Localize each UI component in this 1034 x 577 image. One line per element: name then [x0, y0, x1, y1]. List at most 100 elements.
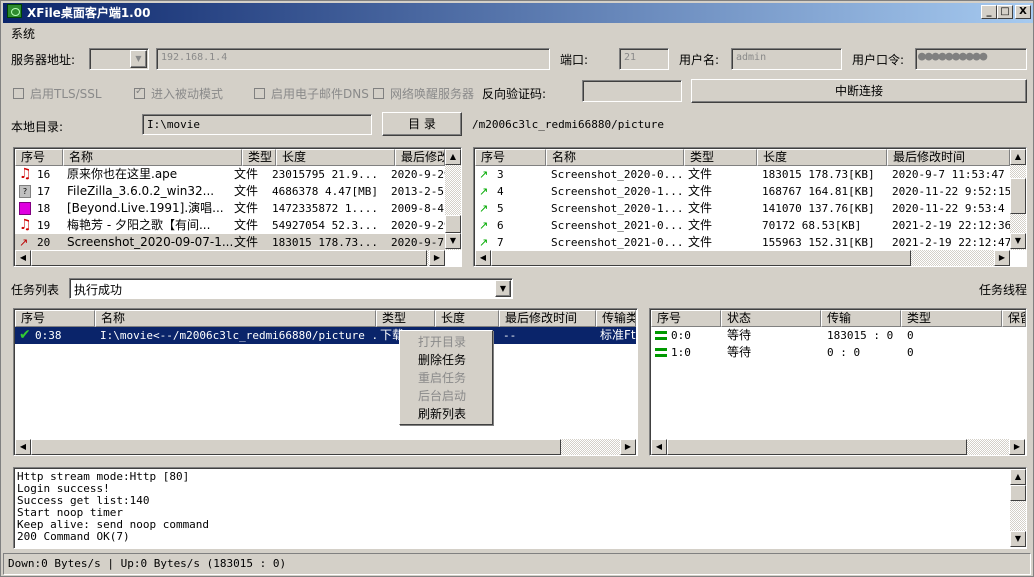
remote-col-size[interactable]: 长度 [757, 149, 887, 166]
remote-hscroll-thumb[interactable] [491, 250, 911, 266]
task-list[interactable]: 序号 名称 类型 长度 最后修改时间 传输类 ✔ 0:38 I:\movie<--/… [13, 308, 638, 456]
thread-scroll-left-icon[interactable]: ◀ [651, 439, 667, 455]
local-hscroll-thumb[interactable] [31, 250, 427, 266]
file-date: 2020-9-7 1 [391, 236, 445, 249]
table-row[interactable]: 1:0 等待 0 : 0 0 [651, 344, 1025, 361]
table-row[interactable]: ♫ 16 原来你也在这里.ape 文件 23015795 21.9... 2020-9-2… [15, 166, 445, 183]
remote-col-date[interactable]: 最后修改时间 [887, 149, 1010, 166]
wake-checkbox[interactable]: 网络唤醒服务器 [373, 85, 474, 102]
remote-scroll-up-icon[interactable]: ▲ [1010, 149, 1026, 165]
server-combo-arrow-icon[interactable]: ▼ [130, 50, 147, 68]
context-menu-item[interactable]: 后台启动 [402, 387, 490, 405]
status-bar: Down:0 Bytes/s | Up:0 Bytes/s (183015 : … [3, 553, 1031, 575]
context-menu-item[interactable]: 重启任务 [402, 369, 490, 387]
local-scroll-right-icon[interactable]: ▶ [429, 250, 445, 266]
disconnect-button[interactable]: 中断连接 [691, 79, 1027, 103]
remote-col-name[interactable]: 名称 [546, 149, 684, 166]
local-scroll-up-icon[interactable]: ▲ [445, 149, 461, 165]
thread-col-transfer[interactable]: 传输 [821, 310, 901, 327]
thread-no: 1:0 [671, 346, 691, 359]
log-scroll-up-icon[interactable]: ▲ [1010, 469, 1026, 485]
table-row[interactable]: ? 17 FileZilla_3.6.0.2_win32... 文件 4686378 4… [15, 183, 445, 200]
task-scroll-left-icon[interactable]: ◀ [15, 439, 31, 455]
music-file-icon: ♫ [19, 166, 32, 182]
tls-label: 启用TLS/SSL [30, 87, 102, 101]
username-input[interactable]: admin [731, 48, 842, 70]
thread-col-no[interactable]: 序号 [651, 310, 721, 327]
title-bar[interactable] [3, 3, 1033, 23]
task-col-transfer[interactable]: 传输类 [596, 310, 636, 327]
local-col-no[interactable]: 序号 [15, 149, 63, 166]
remote-scroll-right-icon[interactable]: ▶ [994, 250, 1010, 266]
table-row[interactable]: ↗ 6 Screenshot_2021-0... 文件 70172 68.53[KB] 2… [475, 217, 1010, 234]
table-row[interactable]: 0:0 等待 183015 : 0 0 [651, 327, 1025, 344]
remote-vscroll-thumb[interactable] [1010, 178, 1026, 214]
port-input[interactable]: 21 [619, 48, 669, 70]
thread-list[interactable]: 序号 状态 传输 类型 保留 0:0 等待 183015 : 0 0 1:0 等待 0 : … [649, 308, 1027, 456]
task-col-size[interactable]: 长度 [435, 310, 499, 327]
dir-button[interactable]: 目 录 [382, 112, 462, 136]
passive-checkbox[interactable]: 进入被动模式 [134, 85, 223, 102]
thread-col-status[interactable]: 状态 [721, 310, 821, 327]
local-col-date[interactable]: 最后修改时 [395, 149, 445, 166]
local-col-name[interactable]: 名称 [63, 149, 242, 166]
task-col-no[interactable]: 序号 [15, 310, 95, 327]
thread-col-reserved[interactable]: 保留 [1002, 310, 1026, 327]
tls-checkbox[interactable]: 启用TLS/SSL [13, 85, 102, 102]
context-menu-item[interactable]: 删除任务 [402, 351, 490, 369]
wake-checkbox-box[interactable] [373, 88, 384, 99]
log-line: 200 Command OK(7) [17, 530, 130, 543]
log-scroll-down-icon[interactable]: ▼ [1010, 531, 1026, 547]
email-checkbox[interactable]: 启用电子邮件DNS [254, 85, 369, 102]
passive-checkbox-box[interactable] [134, 86, 145, 99]
window-title: XFile桌面客户端1.00 [27, 6, 151, 20]
server-address-input[interactable]: 192.168.1.4 [156, 48, 550, 70]
tls-checkbox-box[interactable] [13, 88, 24, 99]
thread-scroll-right-icon[interactable]: ▶ [1009, 439, 1025, 455]
local-scroll-down-icon[interactable]: ▼ [445, 233, 461, 249]
remote-file-list[interactable]: 序号 名称 类型 长度 最后修改时间 ↗ 3 Screenshot_2020-0..… [473, 147, 1027, 267]
task-col-name[interactable]: 名称 [95, 310, 376, 327]
table-row[interactable]: 18 [Beyond.Live.1991].演唱... 文件 1472335872 1… [15, 200, 445, 217]
email-checkbox-box[interactable] [254, 88, 265, 99]
remote-scroll-left-icon[interactable]: ◀ [475, 250, 491, 266]
thread-col-type[interactable]: 类型 [901, 310, 1002, 327]
table-row[interactable]: ✔ 0:38 I:\movie<--/m2006c3lc_redmi66880/pi… [15, 327, 636, 344]
file-date: 2020-9-29 [391, 219, 445, 232]
thread-hscroll-thumb[interactable] [667, 439, 967, 455]
maximize-button[interactable]: □ [997, 5, 1013, 19]
table-row[interactable]: ♫ 19 梅艳芳 - 夕阳之歌【有间... 文件 54927054 52.3... 202… [15, 217, 445, 234]
local-scroll-left-icon[interactable]: ◀ [15, 250, 31, 266]
table-row[interactable]: ↗ 4 Screenshot_2020-1... 文件 168767 164.81[KB… [475, 183, 1010, 200]
context-menu-item[interactable]: 打开目录 [402, 333, 490, 351]
table-row[interactable]: ↗ 7 Screenshot_2021-0... 文件 155963 152.31[KB… [475, 234, 1010, 251]
table-row[interactable]: ↗ 5 Screenshot_2020-1... 文件 141070 137.76[KB… [475, 200, 1010, 217]
remote-scroll-down-icon[interactable]: ▼ [1010, 233, 1026, 249]
log-line: Success get list:140 [17, 494, 150, 507]
log-vscroll-thumb[interactable] [1010, 485, 1026, 501]
minimize-button[interactable]: _ [981, 5, 997, 19]
local-col-size[interactable]: 长度 [276, 149, 395, 166]
task-scroll-right-icon[interactable]: ▶ [620, 439, 636, 455]
table-row[interactable]: ↗ 3 Screenshot_2020-0... 文件 183015 178.73[KB… [475, 166, 1010, 183]
remote-col-no[interactable]: 序号 [475, 149, 546, 166]
local-file-list[interactable]: 序号 名称 类型 长度 最后修改时 ♫ 16 原来你也在这里.ape 文件 230157… [13, 147, 462, 267]
local-dir-input[interactable]: I:\movie [142, 114, 372, 135]
table-row[interactable]: ↗ 20 Screenshot_2020-09-07-1... 文件 183015 17… [15, 234, 445, 251]
task-col-date[interactable]: 最后修改时间 [499, 310, 596, 327]
task-hscroll-thumb[interactable] [31, 439, 561, 455]
local-vscroll-thumb[interactable] [445, 215, 461, 233]
close-button[interactable]: X [1015, 5, 1031, 19]
menu-system[interactable]: 系统 [11, 25, 35, 42]
verify-code-input[interactable] [582, 80, 682, 102]
task-filter-arrow-icon[interactable]: ▼ [495, 280, 511, 297]
password-input[interactable]: ●●●●●●●●●● [915, 48, 1027, 70]
task-filter-select[interactable]: 执行成功 [69, 278, 513, 299]
local-col-type[interactable]: 类型 [242, 149, 276, 166]
log-panel[interactable]: Http stream mode:Http [80] Login success!… [13, 467, 1027, 549]
context-menu-item[interactable]: 刷新列表 [402, 405, 490, 423]
remote-col-type[interactable]: 类型 [684, 149, 757, 166]
email-label: 启用电子邮件DNS [271, 87, 369, 101]
remote-file-icon: ↗ [479, 202, 489, 215]
task-col-type[interactable]: 类型 [376, 310, 435, 327]
